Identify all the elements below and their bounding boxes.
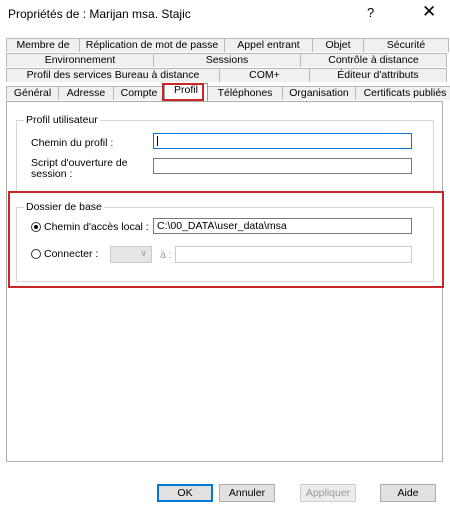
cancel-button[interactable]: Annuler xyxy=(219,484,275,502)
title-bar: Propriétés de : Marijan msa. Stajic ? ✕ xyxy=(0,0,450,30)
tab-appel-entrant[interactable]: Appel entrant xyxy=(224,38,313,52)
group-legend-profil-utilisateur: Profil utilisateur xyxy=(24,114,100,126)
tab-row-3: Profil des services Bureau à distance CO… xyxy=(6,68,447,82)
group-profil-utilisateur: Profil utilisateur xyxy=(16,114,434,192)
tab-com-plus[interactable]: COM+ xyxy=(219,68,310,82)
tab-adresse[interactable]: Adresse xyxy=(58,86,114,100)
ok-button[interactable]: OK xyxy=(157,484,213,502)
tab-sessions[interactable]: Sessions xyxy=(153,53,301,67)
tab-profil-services-bureau-distance[interactable]: Profil des services Bureau à distance xyxy=(6,68,220,82)
profile-path-label: Chemin du profil : xyxy=(31,137,114,149)
tab-certificats-publies[interactable]: Certificats publiés xyxy=(355,86,450,100)
tab-general[interactable]: Général xyxy=(6,86,59,100)
profile-path-input[interactable] xyxy=(153,133,412,149)
tab-organisation[interactable]: Organisation xyxy=(282,86,356,100)
home-folder-highlight xyxy=(8,191,444,288)
tab-replication-mot-de-passe[interactable]: Réplication de mot de passe xyxy=(79,38,225,52)
tab-environnement[interactable]: Environnement xyxy=(6,53,154,67)
tab-compte[interactable]: Compte xyxy=(113,86,165,100)
help-button[interactable]: Aide xyxy=(380,484,436,502)
tab-row-2: Environnement Sessions Contrôle à distan… xyxy=(6,53,447,67)
tab-securite[interactable]: Sécurité xyxy=(363,38,449,52)
tab-controle-a-distance[interactable]: Contrôle à distance xyxy=(300,53,447,67)
tab-objet[interactable]: Objet xyxy=(312,38,364,52)
tab-membre-de[interactable]: Membre de xyxy=(6,38,80,52)
close-icon[interactable]: ✕ xyxy=(422,2,436,22)
logon-script-label-line2: session : xyxy=(31,168,73,180)
window-title: Propriétés de : Marijan msa. Stajic xyxy=(8,7,191,21)
tab-telephones[interactable]: Téléphones xyxy=(207,86,283,100)
apply-button[interactable]: Appliquer xyxy=(300,484,356,502)
help-icon[interactable]: ? xyxy=(367,5,374,20)
text-caret xyxy=(157,136,158,146)
tab-row-1: Membre de Réplication de mot de passe Ap… xyxy=(6,38,449,52)
tab-editeur-attributs[interactable]: Éditeur d'attributs xyxy=(309,68,447,82)
logon-script-input[interactable] xyxy=(153,158,412,174)
active-tab-highlight xyxy=(162,83,204,101)
tab-row-4: Général Adresse Compte Profil Téléphones… xyxy=(6,83,450,101)
